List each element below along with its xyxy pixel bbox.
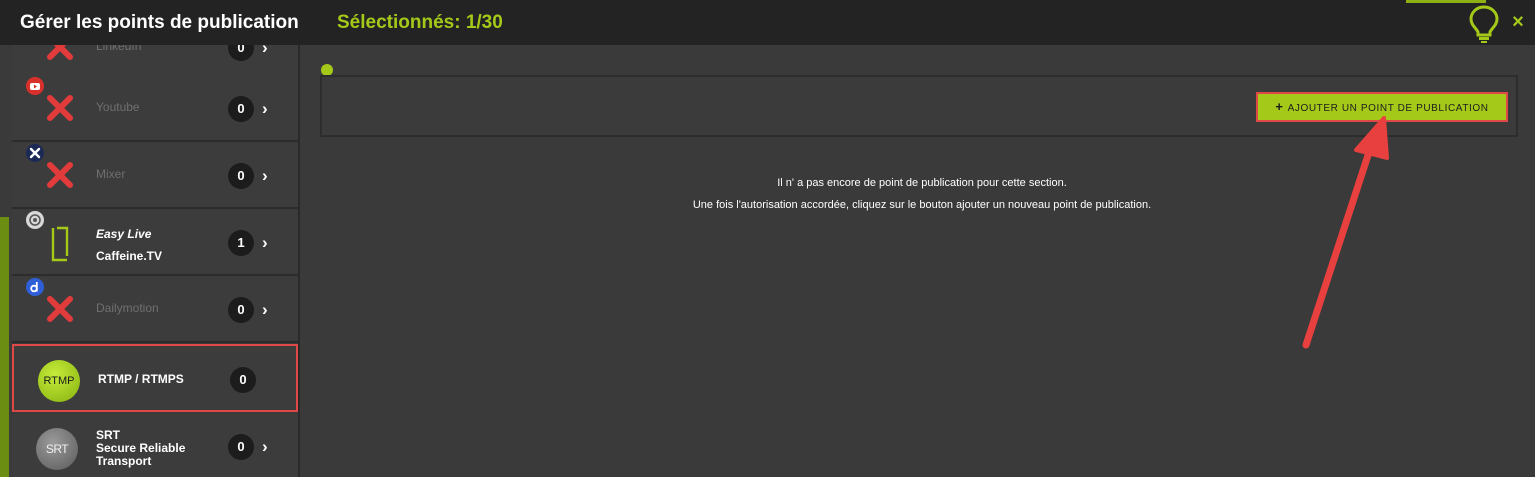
not-authorized-icon [47,296,73,322]
add-button-label: AJOUTER UN POINT DE PUBLICATION [1287,103,1489,114]
empty-state-line1: Il n' a pas encore de point de publicati… [777,177,1067,189]
youtube-icon [26,77,44,95]
chevron-right-icon[interactable]: › [262,45,278,61]
sidebar-item-desc-line1: Secure Reliable [96,441,186,455]
not-authorized-icon [47,162,73,188]
chevron-right-icon[interactable]: › [262,163,278,189]
chevron-right-icon[interactable]: › [262,96,278,122]
sidebar-scroll-indicator[interactable] [0,217,9,477]
count-badge: 0 [228,163,254,189]
plus-icon: + [1275,99,1284,114]
header-bar: Gérer les points de publication Sélectio… [0,0,1535,45]
sidebar-item-caffeine[interactable]: Easy Live Caffeine.TV 1 › [12,210,298,276]
sidebar-item-rtmp[interactable]: RTMP RTMP / RTMPS 0 [12,344,298,412]
sidebar-item-srt[interactable]: SRT SRT Secure Reliable Transport 0 › [12,414,298,477]
sidebar-item-mixer[interactable]: Mixer 0 › [12,143,298,209]
count-badge: 0 [228,434,254,460]
sidebar-item-label: SRT [96,428,120,442]
sidebar-item-youtube[interactable]: Youtube 0 › [12,76,298,142]
sidebar-item-desc-line2: Transport [96,454,152,468]
chevron-right-icon[interactable]: › [262,297,278,323]
sidebar-item-label: Easy Live [96,227,152,241]
page-title: Gérer les points de publication [20,12,299,33]
not-authorized-icon [47,45,73,60]
add-publication-point-button[interactable]: + AJOUTER UN POINT DE PUBLICATION [1256,92,1508,122]
rtmp-icon: RTMP [38,360,80,402]
sidebar-item-label: RTMP / RTMPS [98,372,184,386]
sidebar-item-label: Mixer [96,167,126,181]
sidebar-item-account: Caffeine.TV [96,249,163,263]
not-authorized-icon [47,95,73,121]
count-badge: 0 [228,96,254,122]
selection-count: Sélectionnés: 1/30 [337,12,503,33]
header-tab-indicator [1406,0,1486,3]
sidebar-item-label: LinkedIn [96,45,142,53]
app-window: Gérer les points de publication Sélectio… [0,0,1535,477]
sidebar: LinkedIn 0 › Youtube 0 › Mixer 0 › Easy … [0,45,300,477]
mixer-icon [26,144,44,162]
chevron-right-icon[interactable]: › [262,230,278,256]
close-icon[interactable]: × [1508,10,1528,34]
srt-icon: SRT [36,428,78,470]
dailymotion-icon [26,278,44,296]
sidebar-item-dailymotion[interactable]: Dailymotion 0 › [12,277,298,343]
lightbulb-icon[interactable] [1466,4,1502,44]
sidebar-item-label: Dailymotion [96,301,159,315]
chevron-right-icon[interactable]: › [262,434,278,460]
toolbar-panel: + AJOUTER UN POINT DE PUBLICATION [320,75,1518,137]
empty-state-line2: Une fois l'autorisation accordée, clique… [692,199,1152,211]
count-badge: 0 [228,297,254,323]
main-content: + AJOUTER UN POINT DE PUBLICATION Il n' a… [302,45,1535,477]
count-badge: 0 [230,367,256,393]
phone-device-icon [51,226,69,262]
caffeine-icon [26,211,44,229]
sidebar-item-label: Youtube [96,100,140,114]
count-badge: 0 [228,45,254,61]
count-badge: 1 [228,230,254,256]
